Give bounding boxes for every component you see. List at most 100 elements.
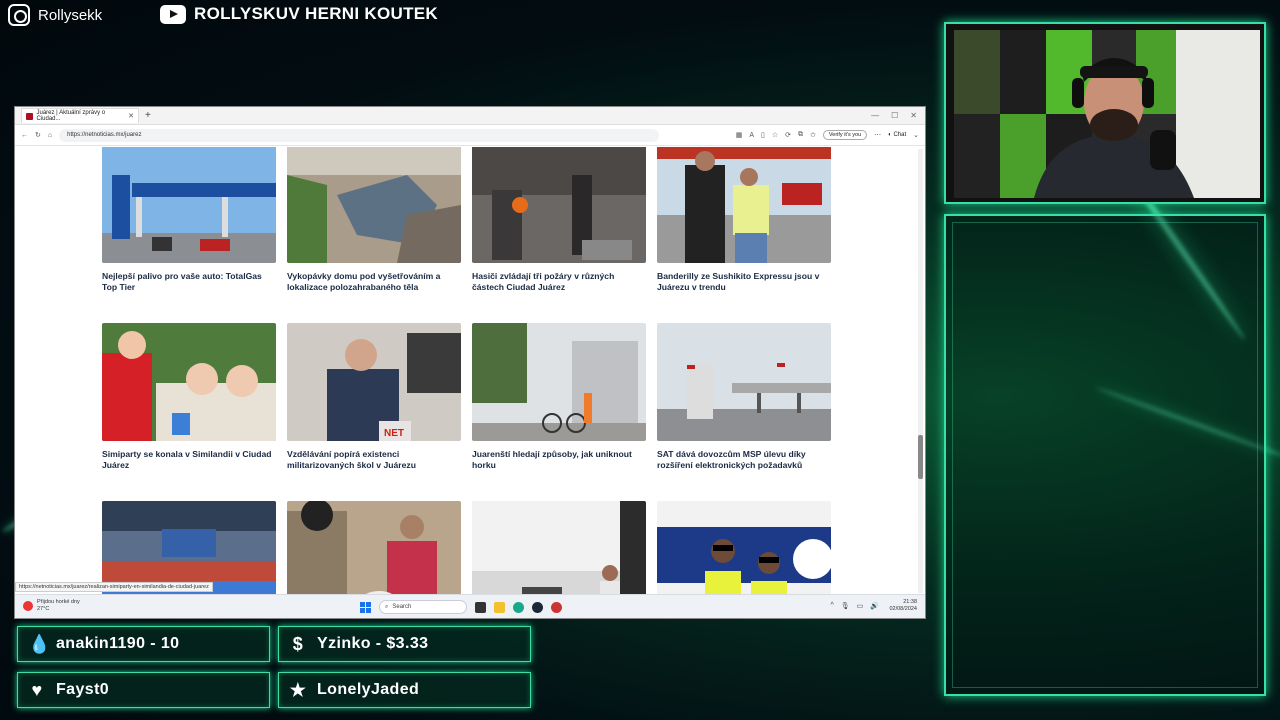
article-thumbnail[interactable]: NET xyxy=(287,323,461,441)
youtube-icon xyxy=(160,4,186,24)
article-card[interactable]: Hasiči zvládají tři požáry v různých čás… xyxy=(472,147,646,323)
taskbar-center: ⌕ Search xyxy=(360,600,562,614)
article-card[interactable] xyxy=(102,501,276,595)
apps-icon[interactable]: ▦ xyxy=(736,131,743,139)
favorites-bar-icon[interactable]: ✩ xyxy=(810,131,816,139)
weather-icon xyxy=(23,601,33,611)
article-title[interactable]: Banderilly ze Sushikito Expressu jsou v … xyxy=(657,271,831,293)
article-title[interactable]: Vykopávky domu pod vyšetřováním a lokali… xyxy=(287,271,461,293)
alert-text: LonelyJaded xyxy=(317,681,420,698)
article-title[interactable]: Simiparty se konala v Similandii v Ciuda… xyxy=(102,449,276,471)
clock-time: 21:38 xyxy=(903,599,917,605)
link-status-url: https://netnoticias.mx/juarez/realizan-s… xyxy=(15,582,213,592)
alert-box-heart: ♥ Fayst0 xyxy=(17,672,270,708)
article-grid: Nejlepší palivo pro vaše auto: TotalGas … xyxy=(102,147,831,595)
article-card[interactable]: SAT dává dovozcům MSP úlevu díky rozšíře… xyxy=(657,323,831,501)
copilot-chat-button[interactable]: ◐ Chat xyxy=(888,132,906,138)
chevron-up-icon[interactable]: ^ xyxy=(830,602,833,610)
obs-icon[interactable] xyxy=(551,601,562,613)
alert-text: Yzinko - $3.33 xyxy=(317,635,429,652)
window-controls: — ☐ ✕ xyxy=(871,111,925,120)
address-input[interactable]: https://netnoticias.mx/juarez xyxy=(59,128,660,142)
maximize-icon[interactable]: ☐ xyxy=(891,111,898,120)
back-icon[interactable]: ← xyxy=(21,132,28,139)
article-thumbnail[interactable] xyxy=(102,323,276,441)
article-thumbnail[interactable] xyxy=(657,323,831,441)
browser-tab[interactable]: Juárez | Aktuální zprávy o Ciudad... ✕ xyxy=(21,108,139,123)
verify-button[interactable]: Verify it's you xyxy=(822,130,868,140)
windows-taskbar: Přijdou horké dny 27°C ⌕ Search ^ 🎙 ▭ 🔊 … xyxy=(15,594,925,618)
article-title[interactable]: SAT dává dovozcům MSP úlevu díky rozšíře… xyxy=(657,449,831,471)
toolbar-icons: ▦ A ▯ ☆ ⟳ ⧉ ✩ Verify it's you ⋯ ◐ Chat ⌄ xyxy=(736,130,919,140)
microphone-icon[interactable]: 🎙 xyxy=(841,602,850,610)
split-screen-icon[interactable]: ▯ xyxy=(761,131,765,139)
extensions-icon[interactable]: ⟳ xyxy=(785,131,791,139)
file-explorer-icon[interactable] xyxy=(494,601,505,613)
page-content: Nejlepší palivo pro vaše auto: TotalGas … xyxy=(15,147,925,595)
sidebar-toggle-icon[interactable]: ⌄ xyxy=(913,131,919,139)
article-thumbnail[interactable] xyxy=(287,147,461,263)
article-thumbnail[interactable] xyxy=(102,501,276,595)
refresh-icon[interactable]: ↻ xyxy=(35,131,41,139)
heart-icon: ♥ xyxy=(31,680,43,700)
webcam-frame xyxy=(944,22,1266,204)
read-aloud-icon[interactable]: A xyxy=(749,132,754,139)
article-thumbnail[interactable] xyxy=(102,147,276,263)
youtube-channel-name: ROLLYSKUV HERNI KOUTEK xyxy=(194,4,438,23)
scrollbar[interactable] xyxy=(918,149,923,593)
article-title[interactable]: Nejlepší palivo pro vaše auto: TotalGas … xyxy=(102,271,276,293)
dollar-icon: $ xyxy=(292,634,304,654)
article-thumbnail[interactable] xyxy=(472,147,646,263)
weather-widget[interactable]: Přijdou horké dny 27°C xyxy=(23,599,80,613)
minimize-icon[interactable]: — xyxy=(871,111,879,120)
search-placeholder: Search xyxy=(392,604,412,610)
article-card[interactable]: Simiparty se konala v Similandii v Ciuda… xyxy=(102,323,276,501)
article-card[interactable] xyxy=(657,501,831,595)
taskbar-clock[interactable]: 21:38 02/08/2024 xyxy=(889,599,917,613)
article-card[interactable] xyxy=(472,501,646,595)
article-title[interactable]: Vzdělávání popírá existenci militarizova… xyxy=(287,449,461,471)
article-thumbnail[interactable] xyxy=(657,501,831,595)
article-thumbnail[interactable] xyxy=(472,323,646,441)
alert-box-drop: 💧 anakin1190 - 10 xyxy=(17,626,270,662)
volume-icon[interactable]: 🔊 xyxy=(870,602,879,610)
favorite-icon[interactable]: ☆ xyxy=(772,131,778,139)
close-icon[interactable]: ✕ xyxy=(128,112,134,120)
tab-bar: Juárez | Aktuální zprávy o Ciudad... ✕ +… xyxy=(15,107,925,125)
webcam-image xyxy=(954,30,1260,198)
clock-date: 02/08/2024 xyxy=(889,606,917,612)
side-panel xyxy=(944,214,1266,696)
youtube-handle: ROLLYSKUV HERNI KOUTEK xyxy=(160,4,438,24)
url-text: https://netnoticias.mx/juarez xyxy=(67,132,142,138)
article-thumbnail[interactable] xyxy=(287,501,461,595)
article-card[interactable]: Juarenští hledají způsoby, jak uniknout … xyxy=(472,323,646,501)
alert-text: Fayst0 xyxy=(56,681,110,698)
article-card[interactable] xyxy=(287,501,461,595)
new-tab-icon[interactable]: + xyxy=(145,110,151,121)
article-thumbnail[interactable] xyxy=(472,501,646,595)
steam-icon[interactable] xyxy=(532,601,543,613)
edge-browser-icon[interactable] xyxy=(513,601,524,613)
scrollbar-thumb[interactable] xyxy=(918,435,923,479)
collections-icon[interactable]: ⧉ xyxy=(798,131,803,139)
taskbar-search-input[interactable]: ⌕ Search xyxy=(379,600,467,614)
article-title[interactable]: Juarenští hledají způsoby, jak uniknout … xyxy=(472,449,646,471)
article-thumbnail[interactable] xyxy=(657,147,831,263)
task-view-icon[interactable] xyxy=(475,601,486,613)
system-tray: ^ 🎙 ▭ 🔊 xyxy=(830,602,879,610)
instagram-handle: Rollysekk xyxy=(8,4,102,26)
more-icon[interactable]: ⋯ xyxy=(874,131,881,139)
weather-text: Přijdou horké dny xyxy=(37,599,80,605)
article-card[interactable]: Nejlepší palivo pro vaše auto: TotalGas … xyxy=(102,147,276,323)
article-title[interactable]: Hasiči zvládají tři požáry v různých čás… xyxy=(472,271,646,293)
weather-temp: 27°C xyxy=(37,606,50,612)
webcam-feed xyxy=(954,30,1260,198)
article-card[interactable]: Vykopávky domu pod vyšetřováním a lokali… xyxy=(287,147,461,323)
home-icon[interactable]: ⌂ xyxy=(48,132,52,139)
windows-start-icon[interactable] xyxy=(360,601,371,613)
browser-window: Juárez | Aktuální zprávy o Ciudad... ✕ +… xyxy=(14,106,926,619)
network-icon[interactable]: ▭ xyxy=(857,602,864,610)
article-card[interactable]: Banderilly ze Sushikito Expressu jsou v … xyxy=(657,147,831,323)
article-card[interactable]: NET Vzdělávání popírá existenci militariz… xyxy=(287,323,461,501)
close-window-icon[interactable]: ✕ xyxy=(910,111,917,120)
